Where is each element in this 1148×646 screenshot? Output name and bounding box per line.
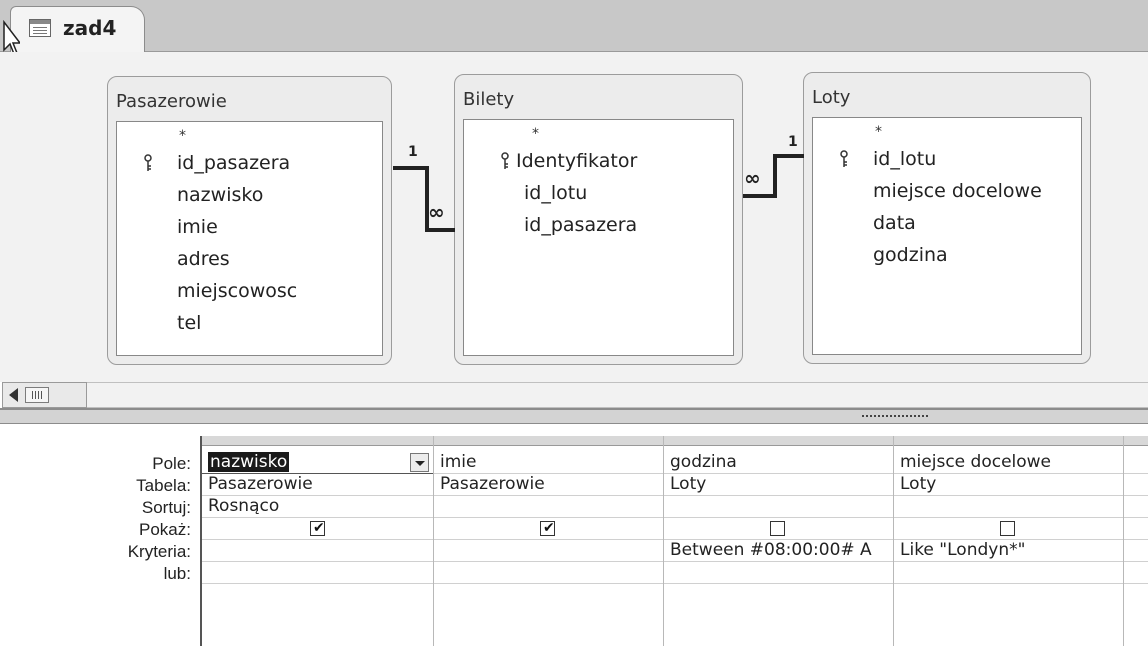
field-godzina[interactable]: godzina xyxy=(873,244,948,266)
field-cell[interactable] xyxy=(1124,452,1148,474)
dropdown-arrow-icon[interactable] xyxy=(410,453,429,472)
relation-one-label: 1 xyxy=(408,144,418,160)
grid-columns: nazwisko Pasazerowie Rosnąco ✔ imie Pasa… xyxy=(200,436,1148,646)
field-all[interactable]: * xyxy=(179,128,186,144)
sort-cell[interactable] xyxy=(1124,496,1148,518)
show-cell[interactable] xyxy=(1124,518,1148,540)
checkbox-icon[interactable]: ✔ xyxy=(310,521,325,536)
field-imie[interactable]: imie xyxy=(177,216,218,238)
show-cell[interactable]: ✔ xyxy=(202,518,433,540)
show-cell[interactable] xyxy=(664,518,893,540)
field-miejsce-docelowe[interactable]: miejsce docelowe xyxy=(873,180,1042,202)
splitter-grip[interactable] xyxy=(862,415,928,419)
relation-many-label: ∞ xyxy=(744,166,761,190)
criteria-cell[interactable] xyxy=(1124,540,1148,562)
or-cell[interactable] xyxy=(434,562,663,584)
query-design-grid: Pole: Tabela: Sortuj: Pokaż: Kryteria: l… xyxy=(0,424,1148,646)
criteria-cell[interactable] xyxy=(202,540,433,562)
relation-many-label: ∞ xyxy=(428,200,445,224)
field-tel[interactable]: tel xyxy=(177,312,201,334)
field-cell[interactable]: godzina xyxy=(664,452,893,474)
primary-key-icon xyxy=(501,152,509,169)
sort-cell[interactable] xyxy=(434,496,663,518)
column-selector[interactable] xyxy=(1124,436,1148,446)
table-title: Bilety xyxy=(463,89,515,110)
table-cell[interactable]: Loty xyxy=(664,474,893,496)
sort-cell[interactable] xyxy=(894,496,1123,518)
grid-column-3[interactable]: godzina Loty Between #08:00:00# A xyxy=(664,436,894,646)
field-cell[interactable]: miejsce docelowe xyxy=(894,452,1123,474)
tab-title: zad4 xyxy=(63,16,117,40)
row-label-field: Pole: xyxy=(152,454,191,473)
pane-splitter[interactable] xyxy=(0,408,1148,424)
field-id-pasazera[interactable]: id_pasazera xyxy=(524,214,637,236)
field-adres[interactable]: adres xyxy=(177,248,230,270)
row-label-table: Tabela: xyxy=(136,476,191,495)
grid-column-1[interactable]: nazwisko Pasazerowie Rosnąco ✔ xyxy=(202,436,434,646)
column-selector[interactable] xyxy=(894,436,1123,446)
field-list[interactable]: * id_pasazera nazwisko imie adres miejsc… xyxy=(116,121,383,356)
field-id-lotu[interactable]: id_lotu xyxy=(524,182,587,204)
field-value: nazwisko xyxy=(208,452,290,472)
table-title: Pasazerowie xyxy=(116,91,227,112)
show-cell[interactable]: ✔ xyxy=(434,518,663,540)
table-pasazerowie[interactable]: Pasazerowie * id_pasazera nazwisko imie … xyxy=(107,76,392,365)
horizontal-scrollbar[interactable] xyxy=(2,382,87,408)
field-miejscowosc[interactable]: miejscowosc xyxy=(177,280,297,302)
grid-column-2[interactable]: imie Pasazerowie ✔ xyxy=(434,436,664,646)
field-id-lotu[interactable]: id_lotu xyxy=(873,148,936,170)
checkbox-icon[interactable] xyxy=(1000,521,1015,536)
field-cell[interactable]: imie xyxy=(434,452,663,474)
scroll-track[interactable] xyxy=(87,382,1148,408)
show-cell[interactable] xyxy=(894,518,1123,540)
criteria-cell[interactable]: Like "Londyn*" xyxy=(894,540,1123,562)
scroll-thumb[interactable] xyxy=(25,387,49,403)
field-id-pasazera[interactable]: id_pasazera xyxy=(177,152,290,174)
table-cell[interactable]: Pasazerowie xyxy=(202,474,433,496)
or-cell[interactable] xyxy=(202,562,433,584)
relationships-pane: Pasazerowie * id_pasazera nazwisko imie … xyxy=(0,52,1148,382)
criteria-cell[interactable]: Between #08:00:00# A xyxy=(664,540,893,562)
query-icon xyxy=(29,19,51,37)
column-selector[interactable] xyxy=(202,436,433,446)
document-tab-bar: zad4 xyxy=(0,0,1148,55)
relation-one-label: 1 xyxy=(788,134,798,150)
row-label-show: Pokaż: xyxy=(139,520,191,539)
field-cell[interactable]: nazwisko xyxy=(202,452,433,474)
table-bilety[interactable]: Bilety * Identyfikator id_lotu id_pasaze… xyxy=(454,74,743,365)
primary-key-icon xyxy=(840,150,848,167)
field-nazwisko[interactable]: nazwisko xyxy=(177,184,263,206)
table-cell[interactable] xyxy=(1124,474,1148,496)
sort-cell[interactable] xyxy=(664,496,893,518)
grid-column-5[interactable] xyxy=(1124,436,1148,646)
column-selector[interactable] xyxy=(664,436,893,446)
row-label-criteria: Kryteria: xyxy=(127,542,191,561)
field-identyfikator[interactable]: Identyfikator xyxy=(516,150,637,172)
field-all[interactable]: * xyxy=(532,126,539,142)
criteria-cell[interactable] xyxy=(434,540,663,562)
checkbox-icon[interactable]: ✔ xyxy=(540,521,555,536)
field-all[interactable]: * xyxy=(875,124,882,140)
row-label-sort: Sortuj: xyxy=(141,498,191,517)
table-cell[interactable]: Loty xyxy=(894,474,1123,496)
field-list[interactable]: * Identyfikator id_lotu id_pasazera xyxy=(463,119,734,356)
tab-zad4[interactable]: zad4 xyxy=(10,6,145,53)
grid-column-4[interactable]: miejsce docelowe Loty Like "Londyn*" xyxy=(894,436,1124,646)
checkbox-icon[interactable] xyxy=(770,521,785,536)
primary-key-icon xyxy=(144,154,152,171)
table-cell[interactable]: Pasazerowie xyxy=(434,474,663,496)
column-selector[interactable] xyxy=(434,436,663,446)
table-title: Loty xyxy=(812,87,851,108)
or-cell[interactable] xyxy=(894,562,1123,584)
sort-cell[interactable]: Rosnąco xyxy=(202,496,433,518)
or-cell[interactable] xyxy=(1124,562,1148,584)
row-label-or: lub: xyxy=(163,564,191,583)
or-cell[interactable] xyxy=(664,562,893,584)
field-list[interactable]: * id_lotu miejsce docelowe data godzina xyxy=(812,117,1082,355)
field-data[interactable]: data xyxy=(873,212,916,234)
scroll-left-arrow-icon[interactable] xyxy=(9,388,18,402)
table-loty[interactable]: Loty * id_lotu miejsce docelowe data god… xyxy=(803,72,1091,364)
